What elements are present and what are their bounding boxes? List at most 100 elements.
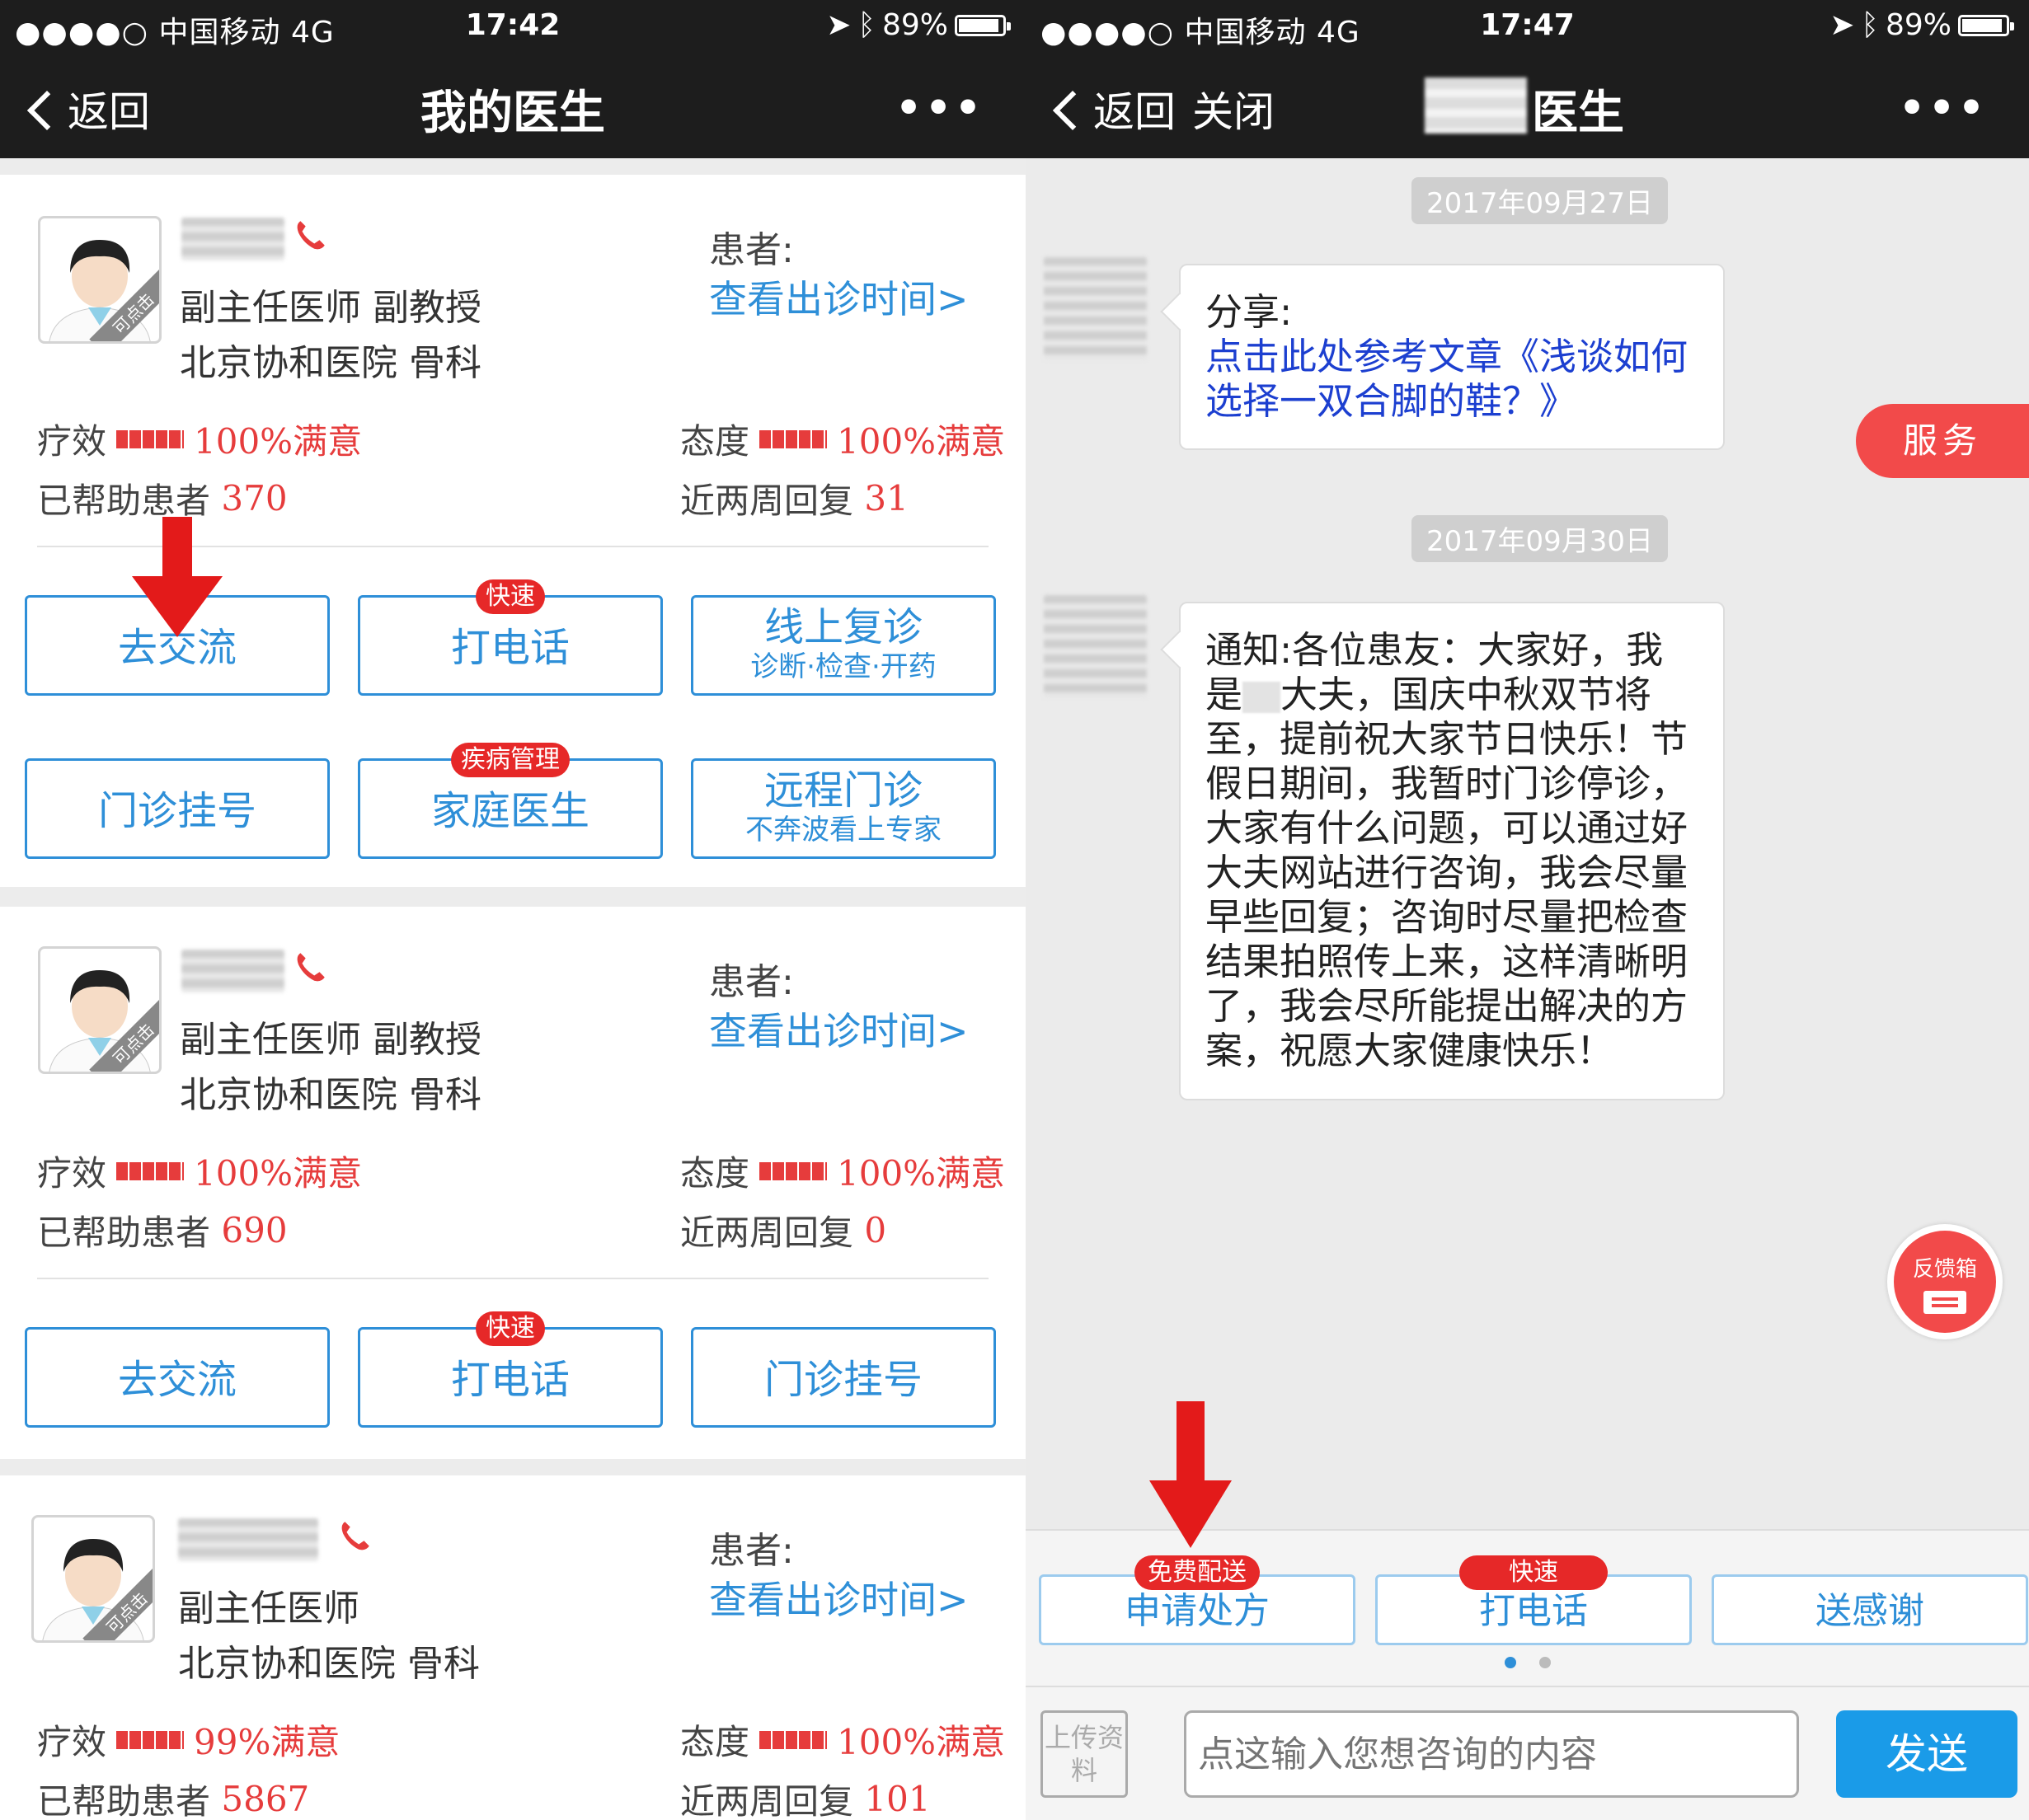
inbox-icon: [1923, 1291, 1966, 1314]
rating-bars: [116, 1161, 185, 1180]
location-icon: ➤: [826, 8, 852, 42]
share-message-bubble: 分享: 点击此处参考文章《浅谈如何选择一双合脚的鞋？》: [1179, 264, 1725, 450]
bluetooth-icon: ᛒ: [857, 8, 876, 42]
redacted-name: [1242, 682, 1281, 713]
button-label: 门诊挂号: [763, 1357, 923, 1403]
replies-label: 近两周回复: [680, 481, 854, 521]
doctor-name-blurred: [181, 218, 284, 260]
back-chevron-icon: [1052, 90, 1093, 131]
doctor-list-screen: ●●●●○ 中国移动 4G 17:42 ➤ ᛒ 89% 返回 我的医生 ••• …: [0, 0, 1026, 1820]
input-bar: 上传资料 发送: [1026, 1686, 2029, 1820]
feedback-button[interactable]: 反馈箱: [1887, 1224, 2003, 1339]
more-icon[interactable]: •••: [1899, 84, 1988, 132]
service-tab[interactable]: 服务: [1856, 404, 2029, 478]
more-icon[interactable]: •••: [895, 84, 984, 132]
attitude-label: 态度: [680, 1722, 750, 1762]
rating-bars: [759, 429, 828, 448]
close-button[interactable]: 关闭: [1192, 79, 1275, 138]
doctor-hospital: 北京协和医院 骨科: [180, 342, 481, 384]
attitude-value: 100%满意: [837, 1722, 1006, 1762]
doctor-chat-avatar[interactable]: [1044, 257, 1147, 360]
attitude-label: 态度: [680, 421, 750, 462]
button-label: 去交流: [117, 1357, 237, 1403]
call-button[interactable]: 快速 打电话: [358, 579, 663, 696]
doctor-chat-avatar[interactable]: [1044, 595, 1147, 698]
efficacy-rating: 疗效 100%满意: [37, 414, 362, 464]
battery-percent: 89%: [881, 8, 948, 42]
doctor-avatar[interactable]: 可点击: [31, 1515, 155, 1643]
helped-count: 已帮助患者 370: [37, 473, 288, 523]
replies-value: 0: [864, 1210, 887, 1250]
badge: 免费配送: [1134, 1555, 1260, 1590]
status-bar: ●●●●○ 中国移动 4G 17:47 ➤ ᛒ 89%: [1026, 0, 2029, 51]
call-button[interactable]: 快速 打电话: [358, 1311, 663, 1428]
rating-bars: [116, 429, 185, 448]
call-button[interactable]: 快速 打电话: [1375, 1555, 1692, 1645]
doctor-title: 副主任医师 副教授: [180, 1019, 481, 1061]
attitude-label: 态度: [680, 1153, 750, 1194]
helped-count: 已帮助患者 5867: [37, 1774, 309, 1820]
send-thanks-button[interactable]: 送感谢: [1712, 1574, 2028, 1645]
doctor-card: 可点击 副主任医师 副教授 北京协和医院 骨科 患者: 查看出诊时间> 疗效 10…: [0, 175, 1026, 887]
efficacy-rating: 疗效 100%满意: [37, 1146, 362, 1196]
replies-value: 101: [864, 1779, 931, 1819]
attitude-rating: 态度 100%满意: [680, 414, 1005, 464]
efficacy-value: 100%满意: [194, 421, 363, 462]
red-arrow-annotation: [1149, 1401, 1232, 1548]
efficacy-label: 疗效: [37, 1722, 107, 1762]
doctor-card: 可点击 副主任医师 北京协和医院 骨科 患者: 查看出诊时间> 疗效 99%满意 …: [0, 1475, 1026, 1820]
red-arrow-annotation: [132, 517, 223, 637]
button-label: 打电话: [1479, 1590, 1588, 1632]
efficacy-value: 99%满意: [194, 1722, 341, 1762]
phone-icon[interactable]: [338, 1518, 373, 1553]
schedule-link[interactable]: 查看出诊时间>: [709, 1570, 969, 1625]
helped-value: 5867: [221, 1779, 310, 1819]
helped-label: 已帮助患者: [37, 481, 211, 521]
remote-clinic-button[interactable]: 远程门诊 不奔波看上专家: [691, 758, 996, 859]
patient-label: 患者:: [709, 961, 794, 1003]
battery-icon: [955, 14, 1011, 36]
feedback-label: 反馈箱: [1912, 1257, 1977, 1282]
button-label: 门诊挂号: [97, 788, 256, 834]
request-prescription-button[interactable]: 免费配送 申请处方: [1039, 1555, 1355, 1645]
helped-count: 已帮助患者 690: [37, 1205, 288, 1255]
doctor-title: 副主任医师 副教授: [180, 287, 481, 329]
doctor-card: 可点击 副主任医师 副教授 北京协和医院 骨科 患者: 查看出诊时间> 疗效 10…: [0, 907, 1026, 1459]
phone-icon[interactable]: [294, 218, 328, 252]
patient-label: 患者:: [709, 1530, 794, 1572]
button-label: 线上复诊: [763, 604, 923, 650]
clinic-register-button[interactable]: 门诊挂号: [25, 758, 330, 859]
chat-button[interactable]: 去交流: [25, 1327, 330, 1428]
button-sublabel: 不奔波看上专家: [745, 814, 942, 847]
phone-icon[interactable]: [294, 950, 328, 984]
back-button[interactable]: 返回: [1052, 79, 1176, 138]
helped-value: 690: [221, 1210, 288, 1250]
doctor-name-blurred: [1425, 77, 1527, 134]
replies-value: 31: [864, 478, 909, 518]
reply-count: 近两周回复 0: [680, 1205, 886, 1255]
page-dot: [1504, 1657, 1516, 1668]
doctor-hospital: 北京协和医院 骨科: [178, 1643, 480, 1685]
date-separator: 2017年09月30日: [1411, 515, 1669, 562]
page-dot: [1538, 1657, 1551, 1668]
back-label: 返回: [1093, 88, 1176, 136]
clinic-register-button[interactable]: 门诊挂号: [691, 1327, 996, 1428]
doctor-chat-screen: ●●●●○ 中国移动 4G 17:47 ➤ ᛒ 89% 返回 关闭 医生 •••…: [1026, 0, 2029, 1820]
efficacy-label: 疗效: [37, 421, 107, 462]
schedule-link[interactable]: 查看出诊时间>: [709, 270, 969, 324]
doctor-avatar[interactable]: 可点击: [38, 216, 162, 344]
doctor-avatar[interactable]: 可点击: [38, 946, 162, 1074]
efficacy-rating: 疗效 99%满意: [37, 1714, 340, 1765]
upload-files-button[interactable]: 上传资料: [1040, 1710, 1128, 1798]
schedule-link[interactable]: 查看出诊时间>: [709, 1001, 969, 1056]
replies-label: 近两周回复: [680, 1781, 854, 1820]
reply-count: 近两周回复 31: [680, 473, 909, 523]
doctor-name-blurred: [178, 1518, 318, 1561]
message-input[interactable]: [1184, 1710, 1799, 1798]
online-revisit-button[interactable]: 线上复诊 诊断·检查·开药: [691, 595, 996, 696]
family-doctor-button[interactable]: 疾病管理 家庭医生: [358, 743, 663, 859]
battery-percent: 89%: [1885, 8, 1952, 42]
send-button[interactable]: 发送: [1836, 1710, 2017, 1798]
doctor-name-blurred: [181, 950, 284, 992]
article-link[interactable]: 点击此处参考文章《浅谈如何选择一双合脚的鞋？》: [1205, 335, 1698, 424]
